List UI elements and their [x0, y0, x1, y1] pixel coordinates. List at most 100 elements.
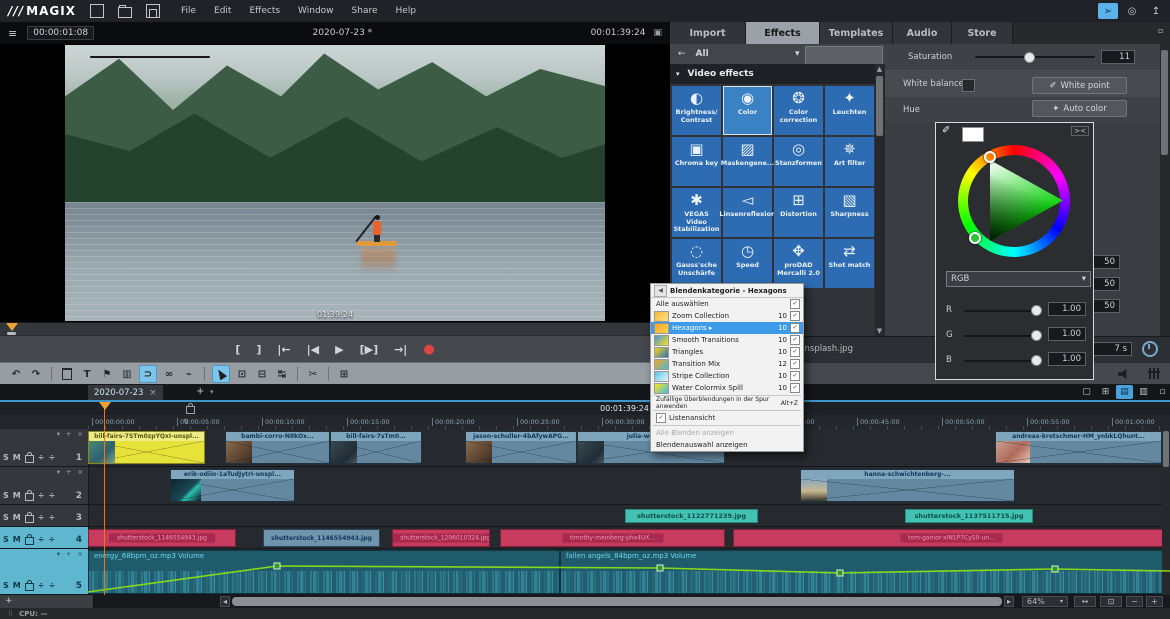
detach-view-button[interactable]: ▫ — [1154, 385, 1170, 399]
clip-video[interactable]: andreas-kretschmer-HM_ynbkLQhunt... — [995, 431, 1162, 464]
select-all-item[interactable]: Alle auswählen ✓ — [651, 298, 803, 310]
transport-mark-out[interactable]: ] — [256, 343, 261, 356]
track-header-2[interactable]: ▾ + ×SM÷÷2 — [0, 467, 89, 504]
toolbar-group-objects[interactable]: ▥ — [119, 366, 135, 382]
scrub-playhead[interactable] — [6, 323, 18, 331]
effects-search-input[interactable] — [805, 46, 883, 65]
clip-video[interactable]: hanna-schwichtenberg-... — [800, 469, 1015, 502]
channel-knob[interactable] — [1031, 330, 1042, 341]
scroll-left-button[interactable]: ◂ — [220, 596, 230, 607]
category-checkbox[interactable]: ✓ — [790, 359, 800, 369]
monitor-icon[interactable]: ▣ — [653, 28, 662, 38]
scroll-right-button[interactable]: ▸ — [1004, 596, 1014, 607]
channel-value[interactable]: 1.00 — [1048, 302, 1086, 316]
saturation-knob[interactable] — [1024, 52, 1035, 63]
tab-list-caret-icon[interactable]: ▾ — [210, 388, 214, 396]
tab-import[interactable]: Import — [670, 22, 746, 44]
solo-button[interactable]: S — [3, 453, 9, 462]
effect-tile-distortion[interactable]: ⊞Distortion — [774, 188, 823, 237]
zoom-object-button[interactable]: ⊡ — [1100, 596, 1122, 607]
scroll-up-icon[interactable]: ▲ — [875, 65, 884, 73]
zoom-out-button[interactable]: − — [1126, 596, 1143, 607]
clip-teal[interactable]: shutterstock_1137511715.jpg — [905, 509, 1033, 523]
menu-help[interactable]: Help — [387, 0, 426, 22]
lock-track-icon[interactable] — [25, 515, 34, 523]
category-checkbox[interactable]: ✓ — [790, 335, 800, 345]
effect-tile-maskengene-[interactable]: ▨Maskengene... — [723, 137, 772, 186]
menu-back-icon[interactable]: ◀ — [654, 285, 667, 297]
tab-store[interactable]: Store — [952, 22, 1013, 44]
effects-scrollbar[interactable]: ▲ ▼ — [875, 64, 885, 336]
saturation-slider[interactable] — [975, 56, 1095, 58]
toolbar-title-editor[interactable]: T — [79, 366, 95, 382]
audio-mute-icon[interactable] — [1118, 369, 1130, 379]
toolbar-mouse-mode-stretch[interactable]: ↹ — [274, 366, 290, 382]
list-view-item[interactable]: ✓ Listenansicht — [651, 412, 803, 424]
effect-tile-color-correction[interactable]: ❂Color correction — [774, 86, 823, 135]
mute-button[interactable]: M — [13, 453, 21, 462]
clip-red[interactable]: tom-gainor-xIN1P7CyS0-un... — [733, 529, 1170, 547]
menu-file[interactable]: File — [172, 0, 205, 22]
video-frame[interactable]: 01:39:24 — [65, 45, 605, 321]
duration-box[interactable]: 7 s — [1092, 342, 1132, 356]
single-view-button[interactable]: ▢ — [1078, 385, 1095, 399]
solo-button[interactable]: S — [3, 491, 9, 500]
menu-effects[interactable]: Effects — [240, 0, 289, 22]
curve-button-2[interactable]: ÷ — [48, 453, 55, 462]
clock-icon[interactable] — [1142, 341, 1158, 357]
transition-category-triangles[interactable]: Triangles10✓ — [651, 346, 803, 358]
back-icon[interactable]: ← — [678, 49, 686, 59]
transition-category-smooth-transitions[interactable]: Smooth Transitions10✓ — [651, 334, 803, 346]
effect-tile-speed[interactable]: ◷Speed — [723, 239, 772, 288]
export-button[interactable]: ↥ — [1146, 3, 1166, 19]
tab-templates[interactable]: Templates — [820, 22, 893, 44]
effects-scrollbar-thumb[interactable] — [876, 76, 883, 136]
scroll-down-icon[interactable]: ▼ — [875, 327, 884, 335]
effect-tile-chroma-key[interactable]: ▣Chroma key — [672, 137, 721, 186]
playhead-line[interactable] — [104, 402, 105, 595]
overview-view-button[interactable]: ▥ — [1135, 385, 1152, 399]
effect-tile-leuchten[interactable]: ✦Leuchten — [825, 86, 874, 135]
channel-value[interactable]: 1.00 — [1048, 327, 1086, 341]
curve-button-1[interactable]: ÷ — [38, 491, 45, 500]
lock-track-icon[interactable] — [25, 455, 34, 463]
zoom-level-select[interactable]: 64%▾ — [1022, 596, 1068, 607]
lock-track-icon[interactable] — [25, 493, 34, 501]
filter-caret-icon[interactable]: ▾ — [795, 49, 800, 59]
transition-category-hexagons[interactable]: Hexagons ▸10✓ — [651, 322, 803, 334]
toolbar-set-marker[interactable]: ⚑ — [99, 366, 115, 382]
menu-share[interactable]: Share — [343, 0, 387, 22]
panel-scrollbar-thumb[interactable] — [1161, 50, 1168, 155]
channel-value[interactable]: 1.00 — [1048, 352, 1086, 366]
popup-eyedropper-icon[interactable]: ✐ — [942, 125, 950, 136]
curve-button-2[interactable]: ÷ — [48, 535, 55, 544]
video-effects-section-header[interactable]: ▾ Video effects — [670, 64, 885, 84]
solo-button[interactable]: S — [3, 513, 9, 522]
clip-red[interactable]: shutterstock_1206010324.jpg — [392, 529, 490, 547]
timeline-ruler[interactable]: ↯ 00:00:00:0000:00:05:0000:00:10:0000:00… — [0, 415, 1170, 430]
curve-button-1[interactable]: ÷ — [38, 581, 45, 590]
clip-video[interactable]: bill-fairs-7sTm0... — [330, 431, 422, 464]
effect-tile-color[interactable]: ◉Color — [723, 86, 772, 135]
category-checkbox[interactable]: ✓ — [790, 371, 800, 381]
clip-vmini[interactable]: shutterstock_1146554943.jpg — [263, 529, 380, 547]
menu-window[interactable]: Window — [289, 0, 343, 22]
tab-close-icon[interactable]: × — [149, 388, 156, 398]
solo-button[interactable]: S — [3, 535, 9, 544]
channel-knob[interactable] — [1031, 355, 1042, 366]
effect-tile-brightness-contrast[interactable]: ◐Brightness/ Contrast — [672, 86, 721, 135]
random-transitions-item[interactable]: Zufällige Überblendungen in der Spur anw… — [651, 397, 803, 409]
effect-tile-prodad-mercalli-2-0[interactable]: ✥proDAD Mercalli 2.0 — [774, 239, 823, 288]
timeline-vscroll-thumb[interactable] — [1163, 431, 1169, 467]
new-project-icon[interactable] — [90, 4, 104, 18]
timeline-view-button[interactable]: ▤ — [1116, 385, 1133, 399]
auto-color-button[interactable]: ✦ Auto color — [1032, 100, 1127, 117]
lock-icon[interactable] — [186, 406, 195, 414]
hue-marker-1[interactable] — [984, 151, 996, 163]
category-checkbox[interactable]: ✓ — [790, 347, 800, 357]
clip-red[interactable]: shutterstock_1146554943.jpg — [88, 529, 236, 547]
preview-menu-icon[interactable]: ≡ — [8, 27, 17, 40]
storyboard-view-button[interactable]: ⊞ — [1097, 385, 1114, 399]
envelope-node[interactable] — [657, 565, 663, 571]
clip-video[interactable]: erik-odiin-1aTudJytrI-unspl... — [170, 469, 295, 502]
